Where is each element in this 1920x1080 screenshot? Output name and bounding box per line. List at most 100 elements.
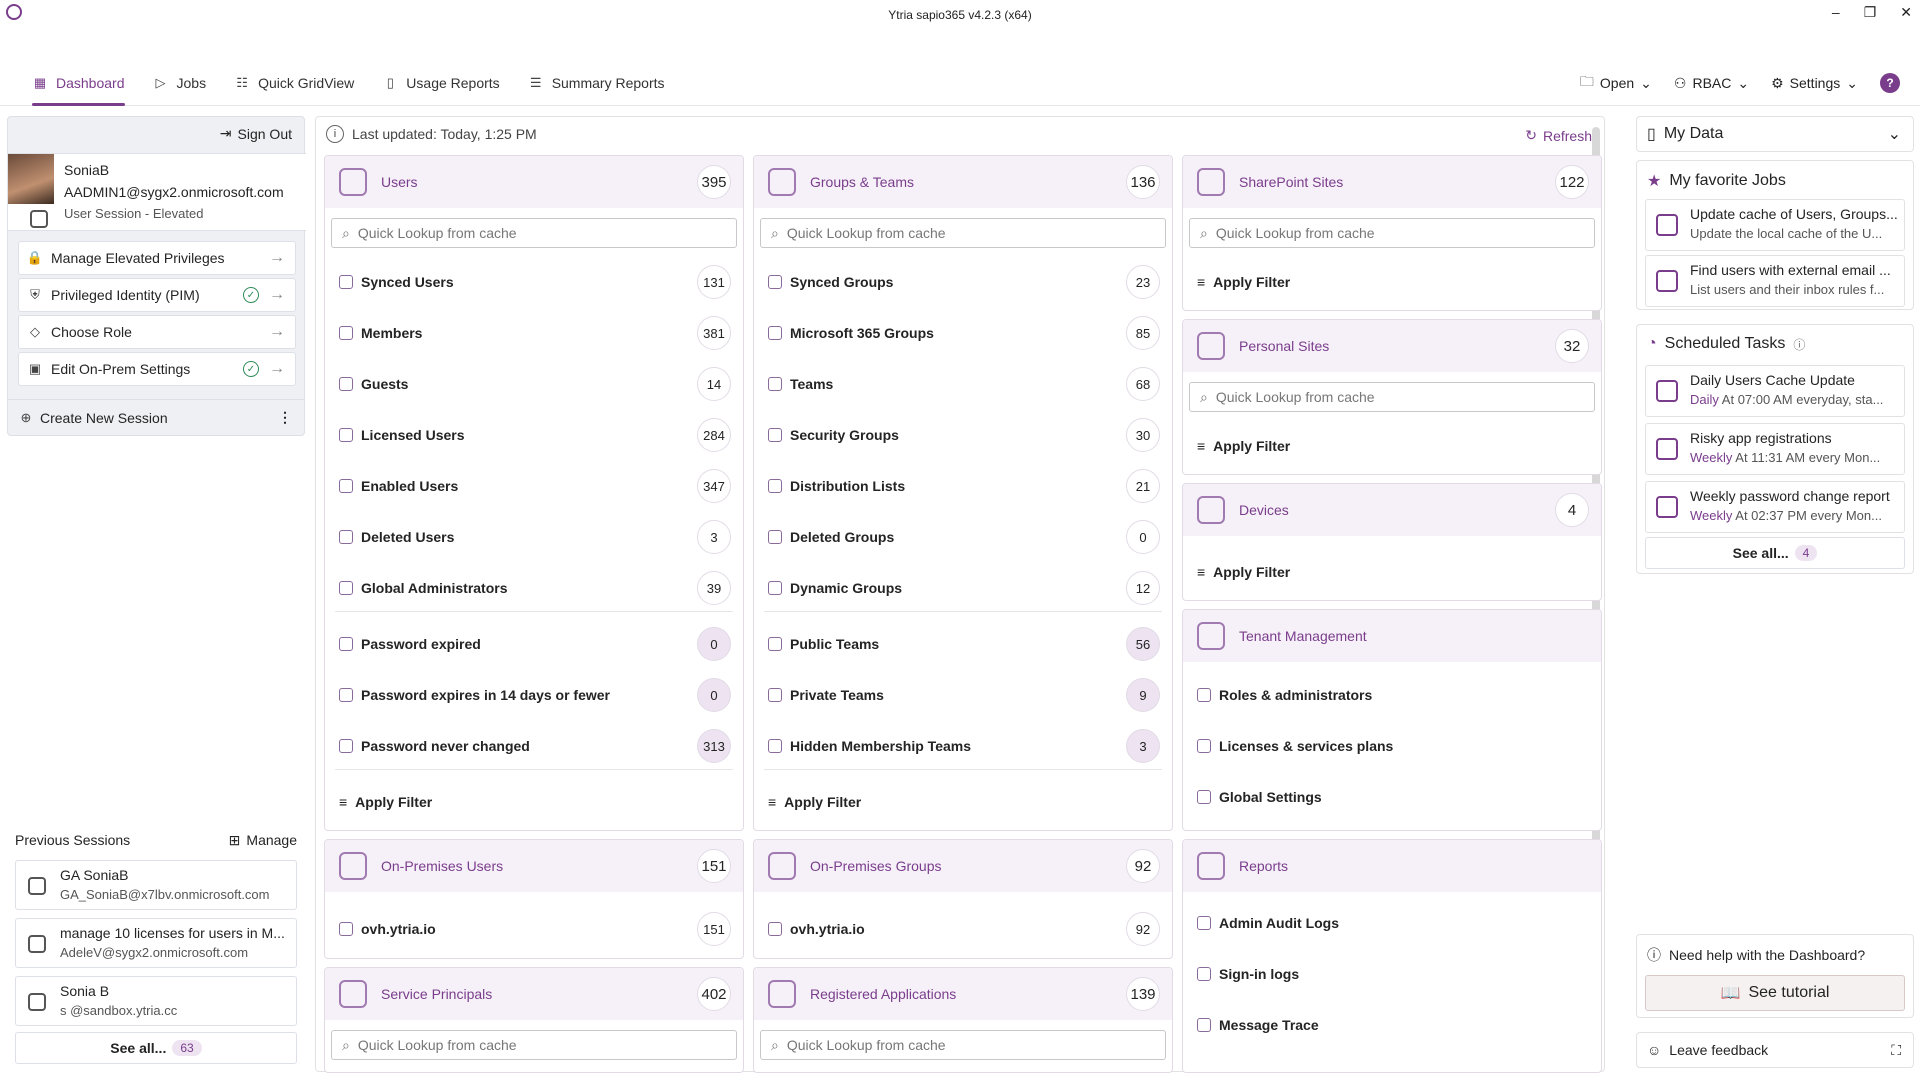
list-item[interactable]: Synced Groups 23 bbox=[768, 265, 1160, 299]
help-icon[interactable]: ? bbox=[1880, 73, 1900, 93]
job-icon bbox=[1656, 270, 1678, 292]
tenant-title[interactable]: Tenant Management bbox=[1239, 628, 1367, 644]
groups-lookup-input[interactable]: ⌕ Quick Lookup from cache bbox=[760, 218, 1166, 248]
password-icon bbox=[339, 688, 353, 702]
service-principals-title[interactable]: Service Principals bbox=[381, 986, 492, 1002]
sign-out-button[interactable]: ⇥ Sign Out bbox=[220, 125, 292, 142]
registered-apps-lookup-input[interactable]: ⌕ Quick Lookup from cache bbox=[760, 1030, 1166, 1060]
personal-sites-lookup-input[interactable]: ⌕ Quick Lookup from cache bbox=[1189, 382, 1595, 412]
sharepoint-lookup-input[interactable]: ⌕ Quick Lookup from cache bbox=[1189, 218, 1595, 248]
list-item[interactable]: Admin Audit Logs bbox=[1197, 908, 1589, 938]
choose-role-button[interactable]: ◇ Choose Role → bbox=[18, 315, 296, 349]
apply-filter-button[interactable]: ≡ Apply Filter bbox=[1197, 431, 1589, 461]
manage-sessions-button[interactable]: ⊞ Manage bbox=[229, 832, 297, 849]
apply-filter-button[interactable]: ≡ Apply Filter bbox=[339, 787, 731, 817]
see-tutorial-button[interactable]: 📖 See tutorial bbox=[1645, 975, 1905, 1011]
list-item[interactable]: Synced Users 131 bbox=[339, 265, 731, 299]
personal-sites-count: 32 bbox=[1555, 329, 1589, 363]
tab-quick-gridview[interactable]: ☷ Quick GridView bbox=[220, 60, 368, 106]
onprem-groups-title[interactable]: On-Premises Groups bbox=[810, 858, 941, 874]
list-item[interactable]: Distribution Lists 21 bbox=[768, 469, 1160, 503]
my-data-dropdown[interactable]: ▯ My Data ⌄ bbox=[1636, 116, 1914, 152]
gear-icon: ⚙ bbox=[1771, 74, 1784, 91]
users-title[interactable]: Users bbox=[381, 174, 418, 190]
manage-elevated-privileges-button[interactable]: 🔒 Manage Elevated Privileges → bbox=[18, 241, 296, 275]
open-menu[interactable]: 🗀 Open ⌄ bbox=[1580, 71, 1652, 95]
job-icon bbox=[1656, 214, 1678, 236]
list-item[interactable]: Deleted Groups 0 bbox=[768, 520, 1160, 554]
scheduled-task-item[interactable]: Daily Users Cache Update Daily At 07:00 A… bbox=[1645, 365, 1905, 417]
session-item[interactable]: manage 10 licenses for users in M... Adel… bbox=[15, 918, 297, 968]
session-item[interactable]: GA SoniaB GA_SoniaB@x7lbv.onmicrosoft.com bbox=[15, 860, 297, 910]
registered-apps-title[interactable]: Registered Applications bbox=[810, 986, 956, 1002]
rbac-menu[interactable]: ⚇ RBAC ⌄ bbox=[1674, 75, 1749, 92]
create-new-session-button[interactable]: ⊕ Create New Session ⋮ bbox=[8, 399, 304, 435]
favorite-job-item[interactable]: Find users with external email ... List u… bbox=[1645, 255, 1905, 307]
service-principals-lookup-input[interactable]: ⌕ Quick Lookup from cache bbox=[331, 1030, 737, 1060]
list-item[interactable]: Public Teams 56 bbox=[768, 627, 1160, 661]
apply-filter-button[interactable]: ≡ Apply Filter bbox=[1197, 557, 1589, 587]
list-item[interactable]: Security Groups 30 bbox=[768, 418, 1160, 452]
profile-email: AADMIN1@sygx2.onmicrosoft.com bbox=[64, 184, 284, 200]
session-item[interactable]: Sonia Bs @sandbox.ytria.cc bbox=[15, 976, 297, 1026]
scheduled-task-item[interactable]: Risky app registrations Weekly At 11:31 A… bbox=[1645, 423, 1905, 475]
pim-button[interactable]: ⛨ Privileged Identity (PIM) ✓ → bbox=[18, 278, 296, 312]
list-item[interactable]: Password expires in 14 days or fewer 0 bbox=[339, 678, 731, 712]
edit-onprem-settings-button[interactable]: ▣ Edit On-Prem Settings ✓ → bbox=[18, 352, 296, 386]
reports-title[interactable]: Reports bbox=[1239, 858, 1288, 874]
list-item[interactable]: ovh.ytria.io 92 bbox=[768, 912, 1160, 946]
tab-dashboard[interactable]: ▦ Dashboard bbox=[18, 60, 139, 106]
list-item[interactable]: Sign-in logs bbox=[1197, 959, 1589, 989]
apply-filter-button[interactable]: ≡ Apply Filter bbox=[1197, 267, 1589, 297]
list-item[interactable]: Microsoft 365 Groups 85 bbox=[768, 316, 1160, 350]
list-item[interactable]: Password never changed 313 bbox=[339, 729, 731, 763]
minimize-icon[interactable]: – bbox=[1832, 4, 1840, 21]
refresh-button[interactable]: ↻ Refresh bbox=[1525, 127, 1592, 144]
list-item[interactable]: Roles & administrators bbox=[1197, 680, 1589, 710]
leave-feedback-button[interactable]: ☺ Leave feedback ⛶ bbox=[1636, 1032, 1914, 1068]
domain-icon bbox=[768, 922, 782, 936]
tab-jobs[interactable]: ▷ Jobs bbox=[139, 60, 221, 106]
list-item[interactable]: Enabled Users 347 bbox=[339, 469, 731, 503]
list-item[interactable]: Global Administrators 39 bbox=[339, 571, 731, 605]
see-all-tasks-button[interactable]: See all... 4 bbox=[1645, 537, 1905, 569]
list-item[interactable]: Password expired 0 bbox=[339, 627, 731, 661]
trash-icon bbox=[768, 530, 782, 544]
list-item[interactable]: Members 381 bbox=[339, 316, 731, 350]
list-item[interactable]: Guests 14 bbox=[339, 367, 731, 401]
devices-title[interactable]: Devices bbox=[1239, 502, 1289, 518]
list-item[interactable]: ovh.ytria.io 151 bbox=[339, 912, 731, 946]
list-item[interactable]: Teams 68 bbox=[768, 367, 1160, 401]
tab-summary-reports[interactable]: ☰ Summary Reports bbox=[514, 60, 679, 106]
sessions-count-badge: 63 bbox=[172, 1040, 202, 1056]
list-item[interactable]: Licensed Users 284 bbox=[339, 418, 731, 452]
restore-icon[interactable]: ❐ bbox=[1864, 4, 1877, 21]
groups-title[interactable]: Groups & Teams bbox=[810, 174, 914, 190]
list-item[interactable]: Message Trace bbox=[1197, 1010, 1589, 1040]
settings-menu[interactable]: ⚙ Settings ⌄ bbox=[1771, 75, 1858, 92]
favorite-job-item[interactable]: Update cache of Users, Groups... Update t… bbox=[1645, 199, 1905, 251]
tab-usage-reports[interactable]: ▯ Usage Reports bbox=[368, 60, 513, 106]
users-lookup-input[interactable]: ⌕ Quick Lookup from cache bbox=[331, 218, 737, 248]
scheduled-task-item[interactable]: Weekly password change report Weekly At 0… bbox=[1645, 481, 1905, 533]
list-item[interactable]: Licenses & services plans bbox=[1197, 731, 1589, 761]
more-options-icon[interactable]: ⋮ bbox=[278, 409, 292, 426]
see-all-sessions-button[interactable]: See all... 63 bbox=[15, 1032, 297, 1064]
rbac-icon: ⚇ bbox=[1673, 74, 1687, 91]
registered-apps-card: Registered Applications 139 ⌕ Quick Lookup… bbox=[753, 967, 1173, 1073]
smiley-icon: ☺ bbox=[1647, 1042, 1662, 1058]
list-item[interactable]: Global Settings bbox=[1197, 782, 1589, 812]
divider bbox=[335, 769, 733, 770]
list-item[interactable]: Deleted Users 3 bbox=[339, 520, 731, 554]
personal-sites-title[interactable]: Personal Sites bbox=[1239, 338, 1329, 354]
sharepoint-title[interactable]: SharePoint Sites bbox=[1239, 174, 1343, 190]
list-item[interactable]: Hidden Membership Teams 3 bbox=[768, 729, 1160, 763]
check-icon: ✓ bbox=[243, 361, 259, 377]
onprem-users-title[interactable]: On-Premises Users bbox=[381, 858, 503, 874]
list-item[interactable]: Dynamic Groups 12 bbox=[768, 571, 1160, 605]
registered-apps-count: 139 bbox=[1126, 977, 1160, 1011]
scheduled-tasks: ◔ Scheduled Tasks ⓘ Daily Users Cache Upda… bbox=[1636, 324, 1914, 574]
apply-filter-button[interactable]: ≡ Apply Filter bbox=[768, 787, 1160, 817]
list-item[interactable]: Private Teams 9 bbox=[768, 678, 1160, 712]
close-icon[interactable]: ✕ bbox=[1900, 4, 1912, 21]
